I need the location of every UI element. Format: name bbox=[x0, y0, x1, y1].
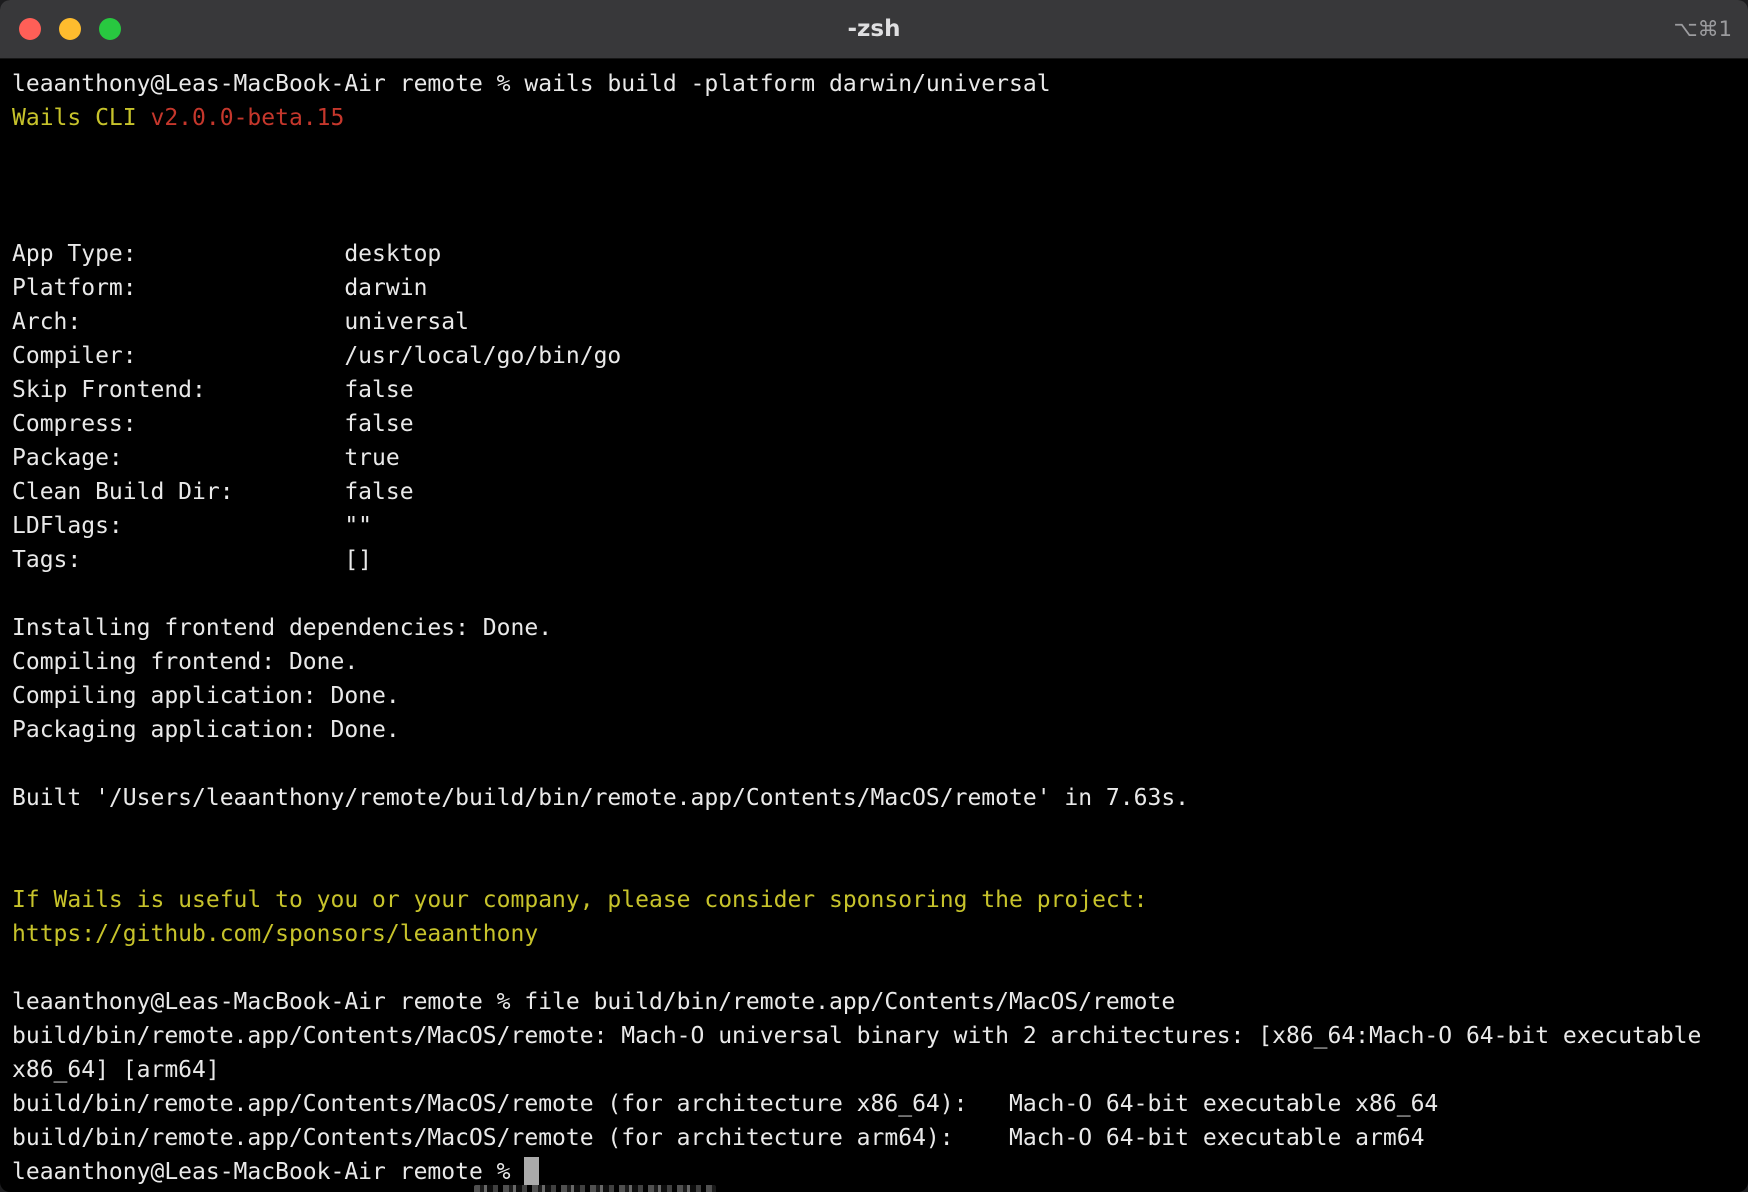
window-shortcut-badge: ⌥⌘1 bbox=[1673, 0, 1732, 58]
terminal-line: build/bin/remote.app/Contents/MacOS/remo… bbox=[12, 1121, 1736, 1155]
terminal-line: build/bin/remote.app/Contents/MacOS/remo… bbox=[12, 1087, 1736, 1121]
terminal-line: build/bin/remote.app/Contents/MacOS/remo… bbox=[12, 1019, 1736, 1053]
terminal-text: Package: true bbox=[12, 445, 400, 471]
terminal-line: Compiling application: Done. bbox=[12, 679, 1736, 713]
terminal-line bbox=[12, 577, 1736, 611]
terminal-line bbox=[12, 135, 1736, 169]
terminal-text: Compress: false bbox=[12, 411, 414, 437]
terminal-line: Arch: universal bbox=[12, 305, 1736, 339]
terminal-line: Compress: false bbox=[12, 407, 1736, 441]
terminal-text: Compiling frontend: Done. bbox=[12, 649, 358, 675]
terminal-line: Wails CLI v2.0.0-beta.15 bbox=[12, 101, 1736, 135]
zoom-button[interactable] bbox=[99, 18, 121, 40]
terminal-text: Packaging application: Done. bbox=[12, 717, 400, 743]
terminal-line: leaanthony@Leas-MacBook-Air remote % wai… bbox=[12, 67, 1736, 101]
terminal-text: leaanthony@Leas-MacBook-Air remote % wai… bbox=[12, 71, 1051, 97]
terminal-text: x86_64] [arm64] bbox=[12, 1057, 220, 1083]
terminal-line bbox=[12, 951, 1736, 985]
traffic-lights bbox=[0, 18, 139, 40]
terminal-line bbox=[12, 169, 1736, 203]
terminal-text: leaanthony@Leas-MacBook-Air remote % fil… bbox=[12, 989, 1175, 1015]
terminal-line: LDFlags: "" bbox=[12, 509, 1736, 543]
terminal-line bbox=[12, 747, 1736, 781]
terminal-line: https://github.com/sponsors/leaanthony bbox=[12, 917, 1736, 951]
minimize-button[interactable] bbox=[59, 18, 81, 40]
terminal-line: leaanthony@Leas-MacBook-Air remote % bbox=[12, 1155, 1736, 1189]
terminal-text: Arch: universal bbox=[12, 309, 469, 335]
terminal-text: build/bin/remote.app/Contents/MacOS/remo… bbox=[12, 1091, 1438, 1117]
terminal-output[interactable]: leaanthony@Leas-MacBook-Air remote % wai… bbox=[0, 59, 1748, 1189]
close-button[interactable] bbox=[19, 18, 41, 40]
terminal-line bbox=[12, 203, 1736, 237]
terminal-text: Compiling application: Done. bbox=[12, 683, 400, 709]
terminal-text: Tags: [] bbox=[12, 547, 372, 573]
terminal-text: If Wails is useful to you or your compan… bbox=[12, 887, 1147, 913]
terminal-line: Package: true bbox=[12, 441, 1736, 475]
terminal-line: App Type: desktop bbox=[12, 237, 1736, 271]
sponsor-link[interactable]: https://github.com/sponsors/leaanthony bbox=[12, 921, 538, 947]
terminal-text: Installing frontend dependencies: Done. bbox=[12, 615, 552, 641]
terminal-line: Tags: [] bbox=[12, 543, 1736, 577]
terminal-text: App Type: desktop bbox=[12, 241, 441, 267]
terminal-line: x86_64] [arm64] bbox=[12, 1053, 1736, 1087]
terminal-text: Clean Build Dir: false bbox=[12, 479, 414, 505]
terminal-window: -zsh ⌥⌘1 leaanthony@Leas-MacBook-Air rem… bbox=[0, 0, 1748, 1192]
terminal-line: Built '/Users/leaanthony/remote/build/bi… bbox=[12, 781, 1736, 815]
terminal-text: Platform: darwin bbox=[12, 275, 427, 301]
terminal-line: Clean Build Dir: false bbox=[12, 475, 1736, 509]
terminal-line bbox=[12, 815, 1736, 849]
terminal-line: Compiling frontend: Done. bbox=[12, 645, 1736, 679]
background-window-sliver bbox=[474, 1185, 716, 1192]
terminal-text: LDFlags: "" bbox=[12, 513, 372, 539]
terminal-line: Packaging application: Done. bbox=[12, 713, 1736, 747]
terminal-line: Skip Frontend: false bbox=[12, 373, 1736, 407]
terminal-text: Wails CLI bbox=[12, 105, 150, 131]
terminal-text: Skip Frontend: false bbox=[12, 377, 414, 403]
terminal-line: leaanthony@Leas-MacBook-Air remote % fil… bbox=[12, 985, 1736, 1019]
terminal-text: build/bin/remote.app/Contents/MacOS/remo… bbox=[12, 1023, 1701, 1049]
terminal-cursor bbox=[524, 1157, 538, 1185]
terminal-line bbox=[12, 849, 1736, 883]
terminal-line: If Wails is useful to you or your compan… bbox=[12, 883, 1736, 917]
terminal-text: build/bin/remote.app/Contents/MacOS/remo… bbox=[12, 1125, 1424, 1151]
terminal-text: Compiler: /usr/local/go/bin/go bbox=[12, 343, 621, 369]
terminal-line: Installing frontend dependencies: Done. bbox=[12, 611, 1736, 645]
cli-version: v2.0.0-beta.15 bbox=[150, 105, 344, 131]
titlebar[interactable]: -zsh ⌥⌘1 bbox=[0, 0, 1748, 59]
terminal-text: Built '/Users/leaanthony/remote/build/bi… bbox=[12, 785, 1189, 811]
terminal-text: leaanthony@Leas-MacBook-Air remote % bbox=[12, 1159, 524, 1185]
terminal-line: Platform: darwin bbox=[12, 271, 1736, 305]
terminal-line: Compiler: /usr/local/go/bin/go bbox=[12, 339, 1736, 373]
window-title: -zsh bbox=[0, 0, 1748, 58]
